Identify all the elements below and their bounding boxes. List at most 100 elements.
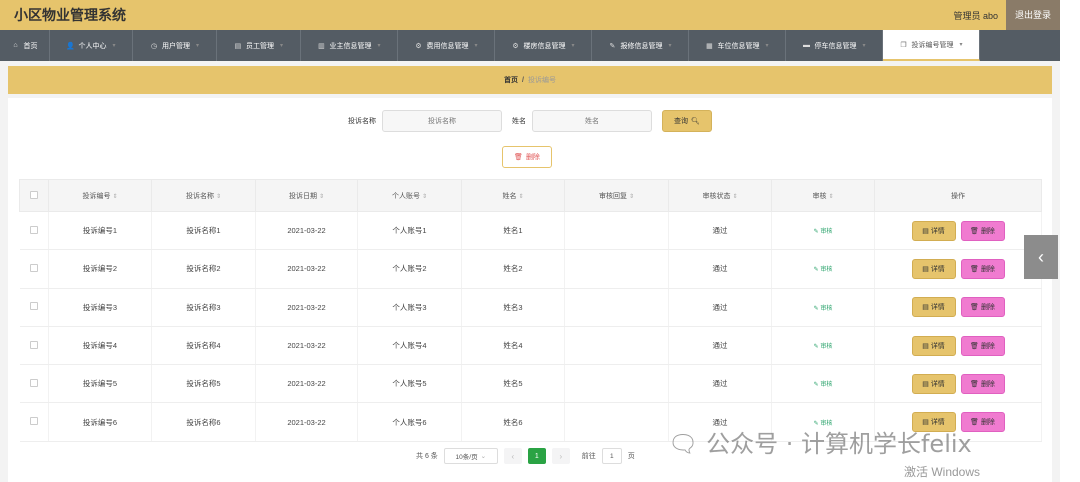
delete-button[interactable]: 🗑︎ 删除 — [960, 220, 1005, 241]
cell-date: 2021-03-22 — [255, 211, 358, 251]
select-all-cell — [19, 179, 49, 212]
copy-icon: ❐ — [900, 41, 907, 49]
top-right: 管理员 abo 退出登录 — [953, 0, 1060, 30]
delete-button[interactable]: 🗑︎ 删除 — [960, 373, 1005, 394]
table-row: 投诉编号4 投诉名称4 2021-03-22 个人账号4 姓名4 通过 ✎ 审核 ▤ 详情 🗑︎ 删… — [19, 326, 1042, 366]
detail-button[interactable]: ▤ 详情 — [911, 220, 956, 241]
cell-actions: ▤ 详情 🗑︎ 删除 — [874, 249, 1042, 289]
batch-delete-button[interactable]: 🗑︎ 删除 — [502, 146, 552, 168]
header-person[interactable]: 姓名 ⇕ — [461, 179, 565, 212]
person-name-input[interactable] — [532, 110, 652, 132]
tool-icon: ✎ — [609, 42, 616, 50]
row-checkbox[interactable] — [29, 225, 38, 234]
cell-person: 姓名1 — [461, 211, 565, 251]
detail-button[interactable]: ▤ 详情 — [911, 297, 956, 318]
page-size-select[interactable]: 10条/页 ⌄ — [443, 448, 498, 464]
header-status[interactable]: 审核状态 ⇕ — [668, 179, 772, 212]
select-all-checkbox[interactable] — [30, 190, 38, 199]
nav-item-8[interactable]: ▦ 车位信息管理 ▾ — [689, 30, 786, 61]
detail-button[interactable]: ▤ 详情 — [911, 373, 956, 394]
chevron-down-icon: ▾ — [279, 43, 283, 49]
nav-item-5[interactable]: ⚙ 费用信息管理 ▾ — [398, 30, 495, 61]
chevron-down-icon: ▾ — [862, 43, 866, 49]
folder-icon: ▤ — [234, 42, 242, 50]
header-code[interactable]: 投诉编号 ⇕ — [48, 179, 152, 212]
nav-item-3[interactable]: ▤ 员工管理 ▾ — [217, 30, 301, 61]
audit-link[interactable]: ✎ 审核 — [814, 382, 833, 388]
nav-item-10[interactable]: ❐ 投诉编号管理 ▾ — [883, 30, 980, 61]
cell-date: 2021-03-22 — [255, 364, 358, 404]
nav-item-1[interactable]: 👤 个人中心 ▾ — [50, 30, 133, 61]
chevron-down-icon: ▾ — [112, 43, 116, 49]
delete-button[interactable]: 🗑︎ 删除 — [960, 258, 1005, 279]
logout-button[interactable]: 退出登录 — [1006, 0, 1060, 30]
cell-status: 通过 — [668, 288, 772, 327]
search-icon: 🔍︎ — [691, 118, 700, 125]
cell-audit: ✎ 审核 — [771, 326, 875, 366]
row-select-cell — [19, 326, 49, 366]
header-actions: 操作 — [874, 179, 1042, 212]
header-account[interactable]: 个人账号 ⇕ — [357, 179, 462, 212]
nav-item-7[interactable]: ✎ 报修信息管理 ▾ — [592, 30, 689, 61]
nav-item-2[interactable]: ◷ 用户管理 ▾ — [133, 30, 217, 61]
row-checkbox[interactable] — [29, 417, 38, 426]
sort-icon: ⇕ — [318, 193, 325, 200]
cell-person: 姓名4 — [461, 326, 565, 366]
pagination: 共 6 条 10条/页 ⌄ ‹ 1 › 前往 1 页 — [416, 447, 635, 465]
delete-button[interactable]: 🗑︎ 删除 — [960, 335, 1005, 356]
next-page-button[interactable]: › — [551, 448, 570, 464]
chevron-down-icon: ▾ — [195, 43, 199, 49]
breadcrumb-home[interactable]: 首页 — [504, 75, 518, 85]
cell-date: 2021-03-22 — [255, 249, 358, 289]
document-icon: ▤ — [922, 380, 929, 388]
complaint-name-label: 投诉名称 — [348, 118, 376, 125]
batch-delete-label: 删除 — [525, 154, 540, 161]
detail-button[interactable]: ▤ 详情 — [911, 335, 956, 356]
chevron-down-icon: ▾ — [668, 43, 672, 49]
audit-link[interactable]: ✎ 审核 — [814, 306, 833, 312]
page-1-button[interactable]: 1 — [527, 448, 546, 464]
header-name[interactable]: 投诉名称 ⇕ — [151, 179, 256, 212]
nav-item-0[interactable]: ⌂ 首页 — [0, 30, 50, 61]
nav-item-4[interactable]: ▥ 业主信息管理 ▾ — [301, 30, 398, 61]
nav-item-label: 个人中心 — [78, 42, 107, 50]
sort-icon: ⇕ — [628, 193, 635, 200]
row-checkbox[interactable] — [29, 302, 38, 311]
search-row: 投诉名称 姓名 查询 🔍︎ — [8, 110, 1052, 132]
header-date[interactable]: 投诉日期 ⇕ — [255, 179, 358, 212]
row-checkbox[interactable] — [29, 340, 38, 349]
chevron-down-icon: ▾ — [571, 43, 575, 49]
cell-reply — [564, 326, 669, 366]
nav-item-9[interactable]: ▬ 停车信息管理 ▾ — [786, 30, 883, 61]
header-reply[interactable]: 审核回复 ⇕ — [564, 179, 669, 212]
complaint-name-input[interactable] — [382, 110, 502, 132]
cell-date: 2021-03-22 — [255, 402, 358, 442]
nav-item-label: 停车信息管理 — [814, 42, 857, 50]
row-checkbox[interactable] — [29, 378, 38, 387]
app-title: 小区物业管理系统 — [14, 7, 126, 23]
cell-date: 2021-03-22 — [255, 288, 358, 327]
person-name-label: 姓名 — [512, 118, 526, 125]
prev-page-button[interactable]: ‹ — [503, 448, 522, 464]
audit-link[interactable]: ✎ 审核 — [814, 229, 833, 235]
cell-name: 投诉名称4 — [151, 326, 256, 366]
cell-reply — [564, 249, 669, 289]
goto-page-input[interactable]: 1 — [601, 448, 622, 464]
delete-button[interactable]: 🗑︎ 删除 — [960, 297, 1005, 318]
side-collapse-button[interactable]: ‹ — [1024, 235, 1058, 279]
search-button[interactable]: 查询 🔍︎ — [662, 110, 712, 132]
cell-actions: ▤ 详情 🗑︎ 删除 — [874, 211, 1042, 251]
header-audit[interactable]: 审核 ⇕ — [771, 179, 875, 212]
detail-button[interactable]: ▤ 详情 — [911, 258, 956, 279]
breadcrumb-separator: / — [522, 76, 524, 84]
cell-person: 姓名6 — [461, 402, 565, 442]
row-select-cell — [19, 288, 49, 327]
search-button-label: 查询 — [674, 118, 689, 125]
audit-link[interactable]: ✎ 审核 — [814, 344, 833, 350]
cell-person: 姓名2 — [461, 249, 565, 289]
trash-icon: 🗑︎ — [970, 304, 979, 312]
nav-item-6[interactable]: ⚙ 楼房信息管理 ▾ — [495, 30, 592, 61]
audit-link[interactable]: ✎ 审核 — [814, 267, 833, 273]
cell-code: 投诉编号1 — [48, 211, 152, 251]
row-checkbox[interactable] — [29, 263, 38, 272]
